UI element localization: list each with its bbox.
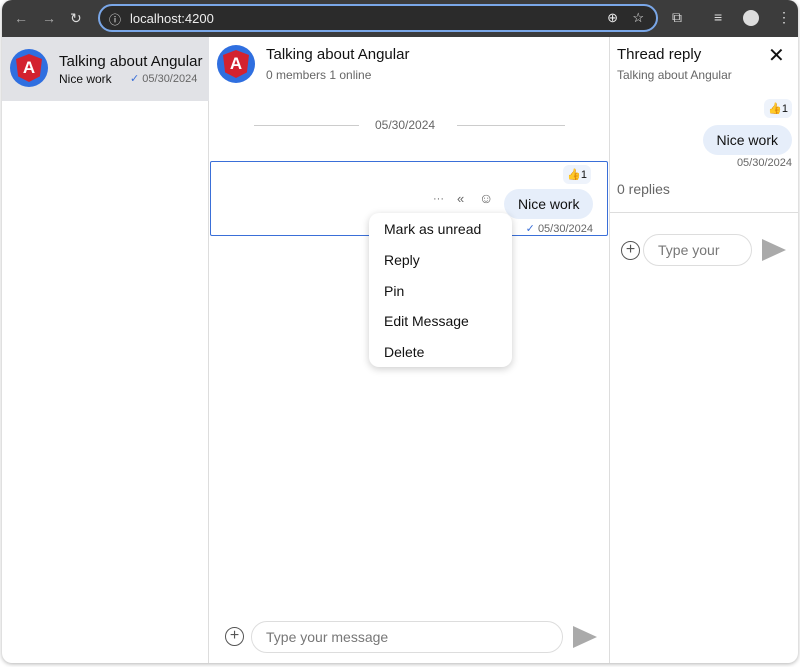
browser-window: ← → ↻ ⓘ localhost:4200 ⊕ ☆ ⧉ ≡ ⋮ A Talking…	[2, 0, 798, 663]
channel-name: Talking about Angular	[59, 53, 202, 70]
header-avatar: A	[217, 45, 255, 83]
attach-icon[interactable]: +	[225, 627, 244, 646]
context-menu: Mark as unread Reply Pin Edit Message De…	[369, 213, 512, 367]
emoji-icon[interactable]: ☺	[479, 190, 493, 206]
send-icon[interactable]	[762, 239, 786, 261]
menu-pin[interactable]: Pin	[369, 281, 512, 312]
channel-list: A Talking about Angular Nice work ✓ 05/3…	[2, 37, 209, 663]
divider	[457, 125, 565, 126]
thread-pane: Thread reply ✕ Talking about Angular 👍1 …	[610, 37, 798, 663]
browser-toolbar: ← → ↻ ⓘ localhost:4200 ⊕ ☆ ⧉ ≡ ⋮	[2, 0, 798, 37]
attach-icon[interactable]: +	[621, 241, 640, 260]
message-date: 05/30/2024	[538, 223, 593, 235]
menu-delete[interactable]: Delete	[369, 342, 512, 373]
thread-message-date: 05/30/2024	[737, 157, 792, 169]
check-icon: ✓	[526, 223, 535, 235]
channel-avatar: A	[10, 49, 48, 87]
reply-icon[interactable]: «	[457, 191, 464, 206]
media-icon[interactable]: ≡	[714, 9, 722, 25]
info-icon: ⓘ	[109, 11, 121, 28]
menu-mark-unread[interactable]: Mark as unread	[369, 219, 512, 250]
channel-subtitle: 0 members 1 online	[266, 68, 371, 82]
channel-date: 05/30/2024	[142, 73, 197, 85]
zoom-icon[interactable]: ⊕	[607, 10, 618, 26]
reply-count: 0 replies	[617, 181, 670, 197]
channel-last-message: Nice work	[59, 72, 112, 86]
address-bar[interactable]: ⓘ localhost:4200 ⊕ ☆	[98, 4, 658, 32]
menu-edit-message[interactable]: Edit Message	[369, 311, 512, 342]
reaction-badge[interactable]: 👍1	[764, 99, 792, 118]
reload-icon[interactable]: ↻	[70, 10, 82, 27]
channel-title: Talking about Angular	[266, 46, 409, 63]
check-icon: ✓	[130, 73, 139, 85]
url-text: localhost:4200	[130, 11, 214, 26]
send-icon[interactable]	[573, 626, 597, 648]
message-input[interactable]: Type your message	[251, 621, 563, 653]
forward-icon[interactable]: →	[42, 10, 56, 26]
divider	[254, 125, 359, 126]
reaction-badge[interactable]: 👍1	[563, 165, 591, 184]
more-icon[interactable]: ···	[433, 193, 444, 205]
message-bubble: Nice work	[504, 189, 593, 219]
thread-subtitle: Talking about Angular	[617, 68, 732, 82]
close-icon[interactable]: ✕	[768, 43, 785, 68]
thread-message-bubble: Nice work	[703, 125, 792, 155]
channel-item[interactable]: A Talking about Angular Nice work ✓ 05/3…	[2, 37, 209, 101]
menu-reply[interactable]: Reply	[369, 250, 512, 281]
divider	[610, 212, 798, 213]
extensions-icon[interactable]: ⧉	[672, 9, 682, 26]
profile-avatar[interactable]	[743, 10, 759, 26]
menu-icon[interactable]: ⋮	[777, 9, 791, 26]
star-icon[interactable]: ☆	[632, 10, 644, 26]
thread-title: Thread reply	[617, 46, 701, 63]
date-separator: 05/30/2024	[375, 118, 435, 132]
thread-reply-input[interactable]: Type your	[643, 234, 752, 266]
back-icon[interactable]: ←	[14, 10, 28, 26]
